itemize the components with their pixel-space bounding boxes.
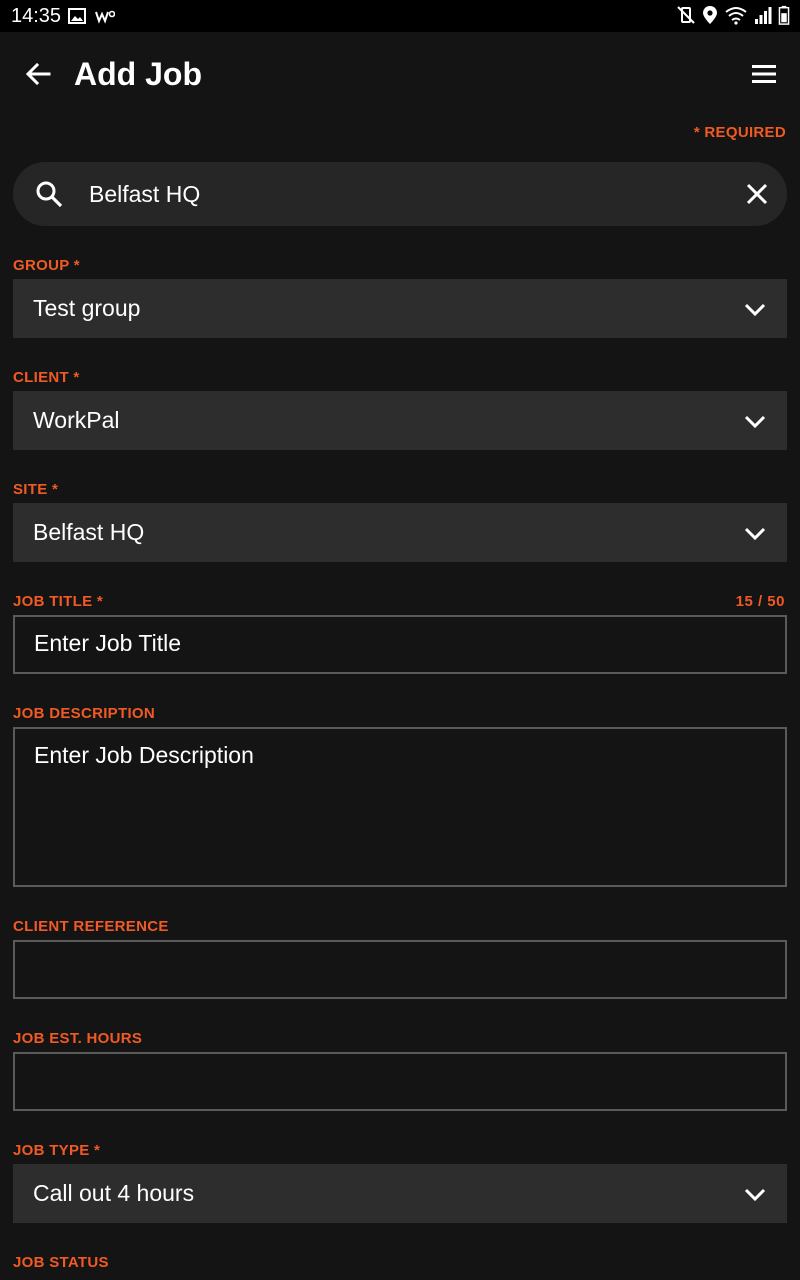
status-bar: 14:35 [0, 0, 800, 32]
signal-icon [755, 7, 772, 24]
group-select[interactable]: Test group [13, 279, 787, 338]
battery-icon [778, 5, 790, 25]
chevron-down-icon [744, 303, 766, 317]
search-input[interactable]: Belfast HQ [13, 162, 787, 226]
hamburger-menu-icon[interactable] [750, 60, 778, 88]
job-title-placeholder: Enter Job Title [34, 630, 182, 656]
location-icon [703, 6, 717, 24]
app-bar: Add Job [0, 32, 800, 118]
site-select[interactable]: Belfast HQ [13, 503, 787, 562]
job-title-field[interactable]: Enter Job Title [13, 615, 787, 674]
client-reference-label: CLIENT REFERENCE [13, 918, 169, 935]
client-value: WorkPal [33, 407, 120, 433]
search-icon [36, 181, 63, 208]
site-value: Belfast HQ [33, 519, 145, 545]
job-type-label: JOB TYPE * [13, 1142, 101, 1159]
job-title-char-counter: 15 / 50 [735, 593, 785, 610]
search-value[interactable]: Belfast HQ [89, 181, 200, 208]
job-title-label: JOB TITLE * [13, 593, 103, 610]
job-est-hours-field[interactable] [13, 1052, 787, 1111]
group-label: GROUP * [13, 257, 80, 274]
close-icon[interactable] [745, 182, 769, 206]
client-select[interactable]: WorkPal [13, 391, 787, 450]
job-est-hours-label: JOB EST. HOURS [13, 1030, 143, 1047]
arrow-left-icon[interactable] [22, 58, 54, 90]
status-time: 14:35 [11, 5, 62, 27]
site-label: SITE * [13, 481, 59, 498]
job-description-placeholder: Enter Job Description [34, 742, 254, 768]
job-description-field[interactable]: Enter Job Description [13, 727, 787, 887]
job-type-value: Call out 4 hours [33, 1180, 195, 1206]
mute-vibrate-icon [677, 6, 695, 24]
group-value: Test group [33, 295, 141, 321]
chevron-down-icon [744, 415, 766, 429]
chevron-down-icon [744, 1188, 766, 1202]
page-title: Add Job [74, 56, 202, 92]
workpal-notification-icon [95, 10, 115, 24]
job-type-select[interactable]: Call out 4 hours [13, 1164, 787, 1223]
required-note: * REQUIRED [693, 124, 786, 141]
image-icon [68, 8, 86, 24]
wifi-icon [725, 7, 747, 25]
job-status-label: JOB STATUS [13, 1254, 109, 1271]
job-description-label: JOB DESCRIPTION [13, 705, 156, 722]
client-label: CLIENT * [13, 369, 80, 386]
chevron-down-icon [744, 527, 766, 541]
client-reference-field[interactable] [13, 940, 787, 999]
